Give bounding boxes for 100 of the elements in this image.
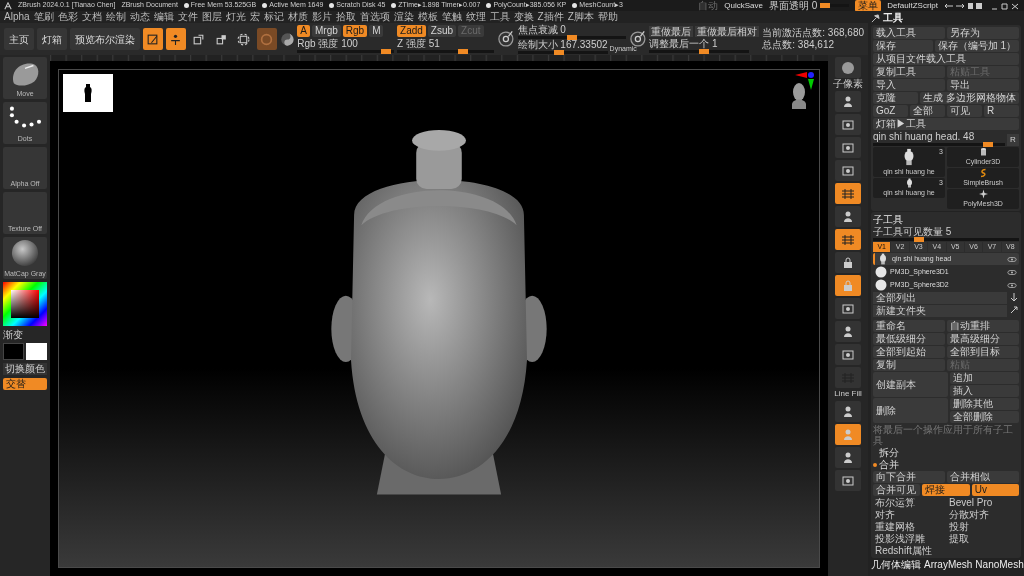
shelf-button[interactable]: [835, 447, 861, 468]
slider-thumb[interactable]: [566, 35, 577, 40]
panel-button[interactable]: 保存: [873, 40, 933, 52]
panel-button[interactable]: 导出: [947, 79, 1019, 91]
panel-button[interactable]: 导入: [873, 79, 945, 91]
panel-button[interactable]: 克隆: [873, 92, 919, 104]
panel-button[interactable]: 合并相似: [947, 471, 1019, 483]
menu-item[interactable]: Z插件: [537, 11, 564, 23]
shelf-button[interactable]: [835, 401, 861, 422]
section-header[interactable]: 合并: [873, 459, 1019, 470]
quicksave-button[interactable]: QuickSave: [724, 0, 763, 12]
menu-item[interactable]: 灯光: [225, 11, 246, 23]
slider-thumb[interactable]: [457, 49, 468, 54]
palette-header[interactable]: NanoMesh: [975, 559, 1024, 570]
panel-button[interactable]: 自动重排: [947, 320, 1019, 332]
secondary-color-swatch[interactable]: [26, 343, 47, 360]
panel-button[interactable]: 可见: [947, 105, 982, 117]
mode-toggle[interactable]: Rgb: [342, 25, 368, 37]
menu-item[interactable]: 拾取: [335, 11, 356, 23]
menu-item[interactable]: 纹理: [465, 11, 486, 23]
shelf-button[interactable]: [835, 206, 861, 227]
slider-thumb[interactable]: [982, 142, 993, 147]
panel-button[interactable]: 另存为: [947, 27, 1019, 39]
menu-item[interactable]: 帮助: [597, 11, 618, 23]
panel-menu-item[interactable]: 对齐: [873, 509, 945, 520]
slider-thumb[interactable]: [381, 49, 392, 54]
menu-item[interactable]: Z脚本: [567, 11, 594, 23]
mode-toggle[interactable]: Zsub: [427, 25, 457, 37]
panel-button[interactable]: 创建副本: [873, 372, 948, 397]
mode-toggle[interactable]: Mrgb: [312, 25, 341, 37]
panel-menu-item[interactable]: 分散对齐: [947, 509, 1019, 520]
shelf-button[interactable]: [835, 344, 861, 365]
main-color-swatch[interactable]: [3, 343, 24, 360]
slider-thumb[interactable]: [553, 50, 564, 55]
panel-button[interactable]: 载入工具: [873, 27, 945, 39]
panel-button[interactable]: GoZ: [873, 105, 908, 117]
panel-menu-item[interactable]: 布尔运算: [873, 497, 945, 508]
slider-thumb[interactable]: [820, 3, 831, 8]
shelf-button[interactable]: [835, 183, 861, 204]
panel-button[interactable]: 全部到起始: [873, 346, 945, 358]
panel-button[interactable]: 全部列出: [873, 292, 1007, 304]
mode-toggle[interactable]: M: [369, 25, 384, 37]
menu-item[interactable]: 编辑: [153, 11, 174, 23]
panel-button[interactable]: 保存（编号加 1）: [934, 40, 1019, 52]
slider-thumb[interactable]: [698, 48, 709, 54]
panel-button[interactable]: 合并可见: [873, 484, 921, 496]
toolbar-button[interactable]: 主页: [4, 28, 34, 50]
panel-button[interactable]: 全部到目标: [947, 346, 1019, 358]
shelf-button[interactable]: [835, 91, 861, 112]
menu-item[interactable]: 首选项: [359, 11, 390, 23]
panel-menu-item[interactable]: Bevel Pro: [947, 497, 1019, 508]
slider-thumb[interactable]: [913, 237, 924, 242]
panel-button[interactable]: Uv: [971, 484, 1019, 496]
menu-item[interactable]: 变换: [513, 11, 534, 23]
shelf-button[interactable]: [835, 57, 861, 78]
panel-menu-item[interactable]: 投射: [947, 521, 1019, 532]
panel-button[interactable]: R: [984, 105, 1019, 117]
mode-button[interactable]: [165, 28, 186, 50]
menu-item[interactable]: 渲染: [393, 11, 414, 23]
shelf-button[interactable]: [835, 252, 861, 273]
toolbar-button[interactable]: 灯箱: [37, 28, 67, 50]
menu-item[interactable]: 绘制: [105, 11, 126, 23]
reset-button[interactable]: R: [1007, 134, 1019, 146]
slider-track[interactable]: [819, 4, 850, 7]
menu-item[interactable]: 笔刷: [33, 11, 54, 23]
toolbar-button[interactable]: 预览布尔渲染: [70, 28, 140, 50]
alternate-button[interactable]: 交替: [3, 378, 47, 390]
menu-item[interactable]: Alpha: [4, 11, 30, 23]
shelf-button[interactable]: [835, 298, 861, 319]
mode-toggle[interactable]: Zadd: [397, 25, 426, 37]
shelf-button[interactable]: [835, 137, 861, 158]
menu-item[interactable]: 色彩: [57, 11, 78, 23]
menu-toggle-button[interactable]: 菜单: [855, 0, 882, 12]
shelf-button[interactable]: [835, 470, 861, 491]
menu-item[interactable]: 文档: [81, 11, 102, 23]
panel-menu-item[interactable]: Redshift属性: [873, 545, 945, 556]
panel-button[interactable]: 全部删除: [950, 411, 1019, 423]
panel-button[interactable]: 删除其他: [950, 398, 1019, 410]
mode-toggle[interactable]: A: [297, 25, 310, 37]
panel-button[interactable]: 从项目文件载入工具: [873, 53, 1019, 65]
shelf-button[interactable]: [835, 321, 861, 342]
menu-item[interactable]: 笔触: [441, 11, 462, 23]
menu-item[interactable]: 宏: [249, 11, 260, 23]
palette-header[interactable]: ArrayMesh: [924, 559, 973, 570]
panel-button[interactable]: 追加: [950, 372, 1019, 384]
menu-item[interactable]: 影片: [311, 11, 332, 23]
material-button[interactable]: [256, 28, 277, 50]
panel-button[interactable]: 向下合并: [873, 471, 945, 483]
panel-menu-item[interactable]: 投影浅浮雕: [873, 533, 945, 544]
panel-button[interactable]: 复制工具: [873, 66, 945, 78]
panel-button[interactable]: 删除: [873, 398, 948, 423]
redo-button[interactable]: 重做最后: [649, 25, 694, 37]
shelf-button[interactable]: [835, 160, 861, 181]
panel-button[interactable]: 全部: [910, 105, 945, 117]
panel-button[interactable]: 灯箱▶工具: [873, 118, 1019, 130]
menu-item[interactable]: 工具: [489, 11, 510, 23]
panel-button[interactable]: 新建文件夹: [873, 305, 1007, 317]
panel-button[interactable]: 最低级细分: [873, 333, 945, 345]
shelf-button[interactable]: [835, 114, 861, 135]
panel-menu-item[interactable]: 重建网格: [873, 521, 945, 532]
